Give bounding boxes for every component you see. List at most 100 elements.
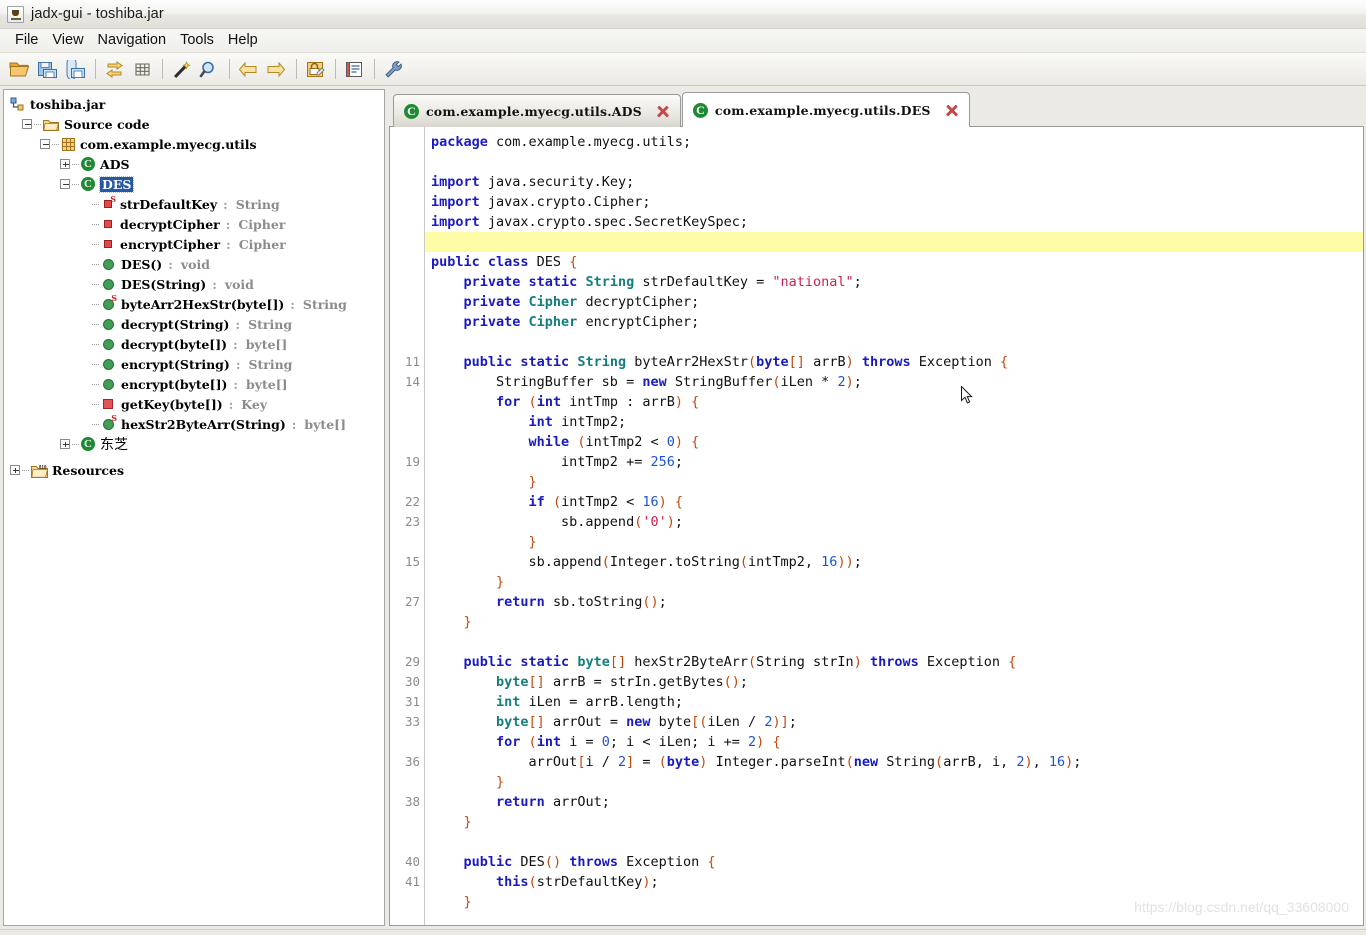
code-line[interactable] [425,152,1363,172]
code-line[interactable]: public static byte[] hexStr2ByteArr(Stri… [425,652,1363,672]
save-as-icon[interactable] [63,57,88,82]
code-token: private [463,294,529,310]
grid-icon[interactable] [130,57,155,82]
arrow-left-icon[interactable] [236,57,261,82]
tree-node-class-dongzhi[interactable]: C 东芝 [8,434,384,454]
code-line[interactable]: } [425,472,1363,492]
code-line[interactable] [425,632,1363,652]
project-tree-panel[interactable]: toshiba.jar Source code com.example.myec… [3,89,385,926]
tree-node-field-strdefaultkey[interactable]: strDefaultKey : String [8,194,384,214]
code-line[interactable]: byte[] arrB = strIn.getBytes(); [425,672,1363,692]
code-line[interactable]: while (intTmp2 < 0) { [425,432,1363,452]
code-line[interactable]: private static String strDefaultKey = "n… [425,272,1363,292]
tree-node-source-code[interactable]: Source code [8,114,384,134]
code-line[interactable]: intTmp2 += 256; [425,452,1363,472]
tree-node-method-des-string[interactable]: DES(String) : void [8,274,384,294]
code-line[interactable]: } [425,572,1363,592]
code-line[interactable]: private Cipher decryptCipher; [425,292,1363,312]
tree-node-method-decrypt-bytes[interactable]: decrypt(byte[]) : byte[] [8,334,384,354]
code-line[interactable]: return arrOut; [425,792,1363,812]
code-line[interactable]: sb.append('0'); [425,512,1363,532]
code-line[interactable]: public static String byteArr2HexStr(byte… [425,352,1363,372]
code-line[interactable]: if (intTmp2 < 16) { [425,492,1363,512]
code-line[interactable]: byte[] arrOut = new byte[(iLen / 2)]; [425,712,1363,732]
code-line[interactable]: int iLen = arrB.length; [425,692,1363,712]
code-line[interactable]: for (int intTmp : arrB) { [425,392,1363,412]
code-line[interactable] [425,832,1363,852]
code-line[interactable]: } [425,772,1363,792]
magic-wand-icon[interactable] [169,57,194,82]
tree-node-method-decrypt-string[interactable]: decrypt(String) : String [8,314,384,334]
tree-node-resources[interactable]: 010 Resources [8,460,384,480]
tree-node-type: String [302,296,347,312]
code-line[interactable] [425,232,1363,252]
arrow-right-icon[interactable] [264,57,289,82]
expand-twisty-icon[interactable] [10,465,20,475]
code-line[interactable]: private Cipher encryptCipher; [425,312,1363,332]
expand-twisty-icon[interactable] [60,159,70,169]
close-icon[interactable] [655,104,670,119]
tree-node-jar[interactable]: toshiba.jar [8,94,384,114]
code-line[interactable]: StringBuffer sb = new StringBuffer(iLen … [425,372,1363,392]
menu-item-navigation[interactable]: Navigation [91,30,174,51]
code-editor[interactable]: 11 14 19 22 23 15 27 29 30 31 33 36 38 40 41 package c… [389,127,1364,926]
tree-node-label: strDefaultKey [120,196,218,212]
open-file-icon[interactable] [7,57,32,82]
collapse-twisty-icon[interactable] [60,179,70,189]
code-line[interactable]: int intTmp2; [425,412,1363,432]
tree-node-field-decryptcipher[interactable]: decryptCipher : Cipher [8,214,384,234]
tree-node-method-encrypt-string[interactable]: encrypt(String) : String [8,354,384,374]
code-line[interactable]: } [425,892,1363,912]
tree-connector [92,423,99,425]
menu-item-view[interactable]: View [45,30,90,51]
menu-item-help[interactable]: Help [221,30,265,51]
tree-node-method-hexstr2bytearr[interactable]: hexStr2ByteArr(String) : byte[] [8,413,384,434]
code-line[interactable]: return sb.toString(); [425,592,1363,612]
menu-item-tools[interactable]: Tools [173,30,221,51]
code-token: ) [642,874,651,890]
code-line[interactable]: import javax.crypto.spec.SecretKeySpec; [425,212,1363,232]
code-line[interactable]: package com.example.myecg.utils; [425,132,1363,152]
code-line[interactable]: import javax.crypto.Cipher; [425,192,1363,212]
code-line[interactable]: import java.security.Key; [425,172,1363,192]
code-line[interactable]: public class DES { [425,252,1363,272]
code-line[interactable]: } [425,612,1363,632]
collapse-twisty-icon[interactable] [22,119,32,129]
code-line[interactable]: } [425,812,1363,832]
save-all-icon[interactable] [35,57,60,82]
tree-node-package[interactable]: com.example.myecg.utils [8,134,384,154]
tree-node-method-getkey[interactable]: getKey(byte[]) : Key [8,394,384,414]
code-token: Exception [926,654,1009,670]
lock-edit-icon[interactable] [303,57,328,82]
code-line[interactable]: arrOut[i / 2] = (byte) Integer.parseInt(… [425,752,1363,772]
collapse-twisty-icon[interactable] [40,139,50,149]
code-content[interactable]: package com.example.myecg.utils; import … [425,127,1363,925]
code-line[interactable]: public DES() throws Exception { [425,852,1363,872]
tree-node-class-des[interactable]: C DES [8,174,384,194]
tree-node-method-des-ctor[interactable]: DES() : void [8,254,384,274]
tree-node-separator: : [212,276,217,292]
line-number [390,292,424,312]
close-icon[interactable] [944,103,959,118]
code-line[interactable]: for (int i = 0; i < iLen; i += 2) { [425,732,1363,752]
tab-ads[interactable]: C com.example.myecg.utils.ADS [393,94,681,127]
tree-node-method-encrypt-bytes[interactable]: encrypt(byte[]) : byte[] [8,374,384,394]
code-line[interactable]: } [425,532,1363,552]
tree-connector [92,343,99,345]
tree-node-class-ads[interactable]: C ADS [8,154,384,174]
notebook-icon[interactable] [342,57,367,82]
tree-node-field-encryptcipher[interactable]: encryptCipher : Cipher [8,234,384,254]
expand-twisty-icon[interactable] [60,439,70,449]
code-line[interactable]: sb.append(Integer.toString(intTmp2, 16))… [425,552,1363,572]
tab-des[interactable]: C com.example.myecg.utils.DES [681,92,970,127]
line-number: 22 [404,494,420,509]
static-field-icon [104,194,116,208]
search-icon[interactable] [197,57,222,82]
wrench-icon[interactable] [381,57,406,82]
tree-node-method-bytearr2hexstr[interactable]: byteArr2HexStr(byte[]) : String [8,293,384,314]
code-line[interactable] [425,332,1363,352]
menu-item-file[interactable]: File [8,30,45,51]
arrows-swap-icon[interactable] [102,57,127,82]
code-line[interactable]: this(strDefaultKey); [425,872,1363,892]
